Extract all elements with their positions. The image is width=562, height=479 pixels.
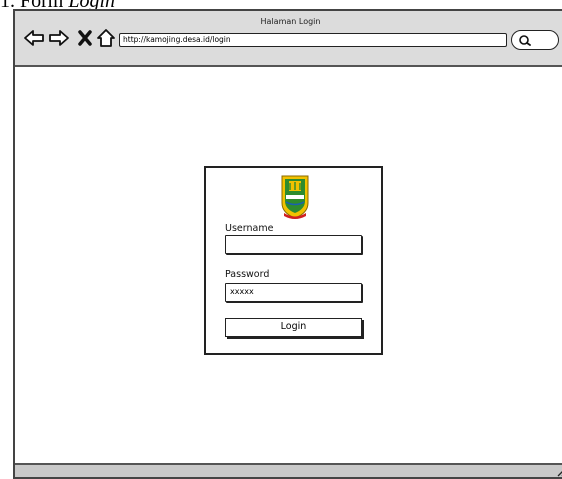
search-button[interactable]: [511, 30, 559, 50]
village-emblem-logo: [281, 175, 309, 219]
username-input[interactable]: [225, 235, 362, 254]
forward-arrow-icon[interactable]: [48, 28, 70, 48]
status-bar: [15, 463, 562, 477]
page-title: Halaman Login: [260, 17, 321, 26]
stop-icon[interactable]: [75, 28, 97, 48]
search-icon: [519, 35, 531, 46]
browser-window: Halaman Login http://kamojing.desa.id/lo…: [13, 9, 562, 479]
back-arrow-icon[interactable]: [23, 28, 45, 48]
password-label: Password: [225, 269, 270, 280]
browser-toolbar: Halaman Login http://kamojing.desa.id/lo…: [15, 11, 562, 67]
login-button[interactable]: Login: [225, 318, 362, 337]
login-panel: Username Password xxxxx Login: [204, 166, 383, 355]
username-label: Username: [225, 223, 274, 234]
password-input[interactable]: xxxxx: [225, 283, 362, 302]
home-icon[interactable]: [95, 28, 117, 48]
url-field[interactable]: http://kamojing.desa.id/login: [119, 33, 507, 47]
resize-grip-icon[interactable]: [554, 465, 562, 477]
